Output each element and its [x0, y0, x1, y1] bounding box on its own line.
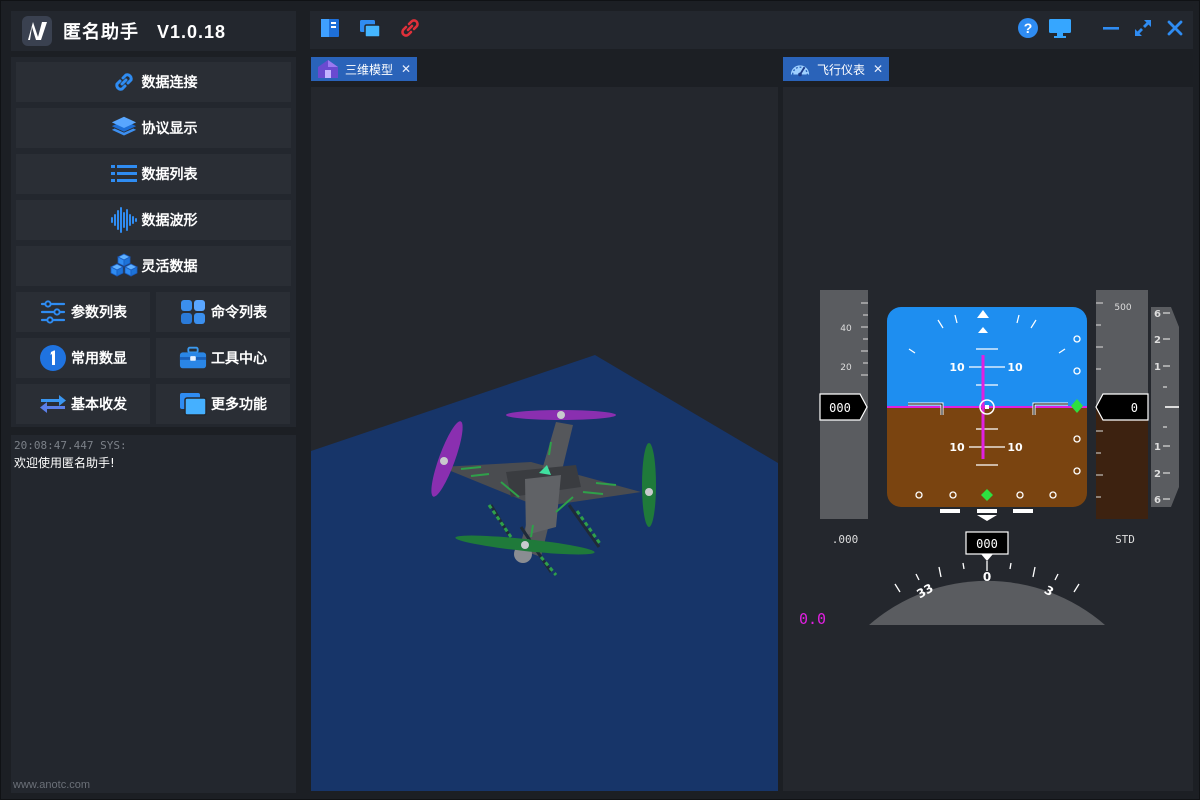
speed-tick-20: 20 — [840, 363, 852, 373]
app-title: 匿名助手 V1.0.18 — [63, 22, 227, 42]
help-button[interactable]: ? — [1016, 17, 1040, 44]
number-one-icon — [39, 344, 67, 372]
model3d-viewport[interactable] — [311, 87, 778, 791]
function-menu: 数据连接 协议显示 数据列表 数据波形 灵活数据 参数列表 命令列表 常用数显 … — [11, 57, 296, 427]
sliders-icon — [39, 298, 67, 326]
close-button[interactable] — [1163, 18, 1187, 42]
minimize-button[interactable] — [1099, 18, 1123, 42]
speed-readout: 000 — [829, 401, 851, 415]
menu-button-tool-center[interactable]: 工具中心 — [156, 338, 290, 378]
heading-readout: 000 — [976, 537, 998, 551]
menu-button-basic-transceive[interactable]: 基本收发 — [16, 384, 150, 424]
svg-text:?: ? — [1024, 20, 1033, 36]
heading-compass — [869, 580, 1105, 625]
attitude-indicator — [887, 307, 1087, 507]
pitch-label-up-right: 10 — [1007, 361, 1023, 374]
maximize-button[interactable] — [1131, 18, 1155, 42]
vs-tick: 2 — [1154, 469, 1161, 480]
list-icon — [110, 160, 138, 188]
pitch-label-down-right: 10 — [1007, 441, 1023, 454]
ground-plane — [311, 355, 778, 791]
windows-icon — [179, 390, 207, 418]
vs-tick: 6 — [1154, 495, 1161, 506]
primary-flight-display: 40 20 000 .000 10 10 10 10 500 0 STD 6 2… — [799, 290, 1179, 628]
flight-instrument-viewport[interactable]: 40 20 000 .000 10 10 10 10 500 0 STD 6 2… — [783, 87, 1193, 791]
model3d-scene — [311, 355, 778, 791]
vs-tick: 1 — [1154, 442, 1161, 453]
heading-label-0: 0 — [983, 570, 991, 584]
model3d-tabbar: 三维模型 ✕ — [311, 56, 778, 84]
menu-button-command-list[interactable]: 命令列表 — [156, 292, 290, 332]
cubes-icon — [109, 252, 138, 280]
window-manager-button[interactable] — [358, 18, 382, 42]
brand-header: 匿名助手 V1.0.18 — [11, 11, 296, 51]
tab-label: 三维模型 — [345, 62, 394, 77]
layout-panel-button[interactable] — [318, 18, 342, 42]
monitor-icon — [1048, 17, 1072, 44]
menu-label: 更多功能 — [211, 396, 267, 412]
menu-button-data-list[interactable]: 数据列表 — [16, 154, 291, 194]
maximize-icon — [1133, 18, 1153, 43]
log-panel[interactable]: 20:08:47.447 SYS: 欢迎使用匿名助手! www.anotc.co… — [11, 435, 296, 793]
tab-flight-instrument[interactable]: 飞行仪表 ✕ — [783, 57, 890, 81]
log-message: 欢迎使用匿名助手! — [14, 456, 115, 470]
menu-label: 常用数显 — [71, 350, 127, 366]
book-icon — [319, 17, 341, 44]
help-icon: ? — [1017, 17, 1039, 44]
windows-icon — [359, 17, 381, 44]
altitude-tick-500: 500 — [1114, 303, 1131, 313]
menu-label: 数据列表 — [141, 166, 198, 182]
app-window: 匿名助手 V1.0.18 数据连接 协议显示 数据列表 数据波形 灵活数据 参数… — [0, 0, 1200, 800]
altitude-readout-box — [1095, 393, 1149, 421]
menu-label: 灵活数据 — [141, 258, 198, 274]
menu-button-more-functions[interactable]: 更多功能 — [156, 384, 290, 424]
menu-label: 数据波形 — [141, 212, 198, 228]
vs-tick: 2 — [1154, 335, 1161, 346]
speedometer-icon — [789, 59, 811, 79]
top-toolbar: ? — [310, 11, 1193, 49]
link-icon — [110, 68, 138, 96]
app-logo-icon — [19, 13, 55, 49]
tab-model3d[interactable]: 三维模型 ✕ — [311, 57, 418, 81]
grid-icon — [179, 298, 207, 326]
pitch-label-down-left: 10 — [949, 441, 965, 454]
house-3d-icon — [317, 59, 339, 79]
speed-below-label: .000 — [832, 533, 859, 546]
mach-readout: 0.0 — [799, 610, 826, 628]
menu-label: 参数列表 — [71, 304, 127, 320]
pitch-label-up-left: 10 — [949, 361, 965, 374]
link-icon — [399, 17, 421, 44]
altitude-readout: 0 — [1131, 401, 1138, 415]
connection-status-button[interactable] — [398, 18, 422, 42]
waveform-icon — [110, 206, 138, 234]
menu-button-data-connect[interactable]: 数据连接 — [16, 62, 291, 102]
menu-button-data-waveform[interactable]: 数据波形 — [16, 200, 291, 240]
swap-arrows-icon — [39, 390, 67, 418]
minimize-icon — [1101, 18, 1121, 43]
menu-button-common-display[interactable]: 常用数显 — [16, 338, 150, 378]
display-settings-button[interactable] — [1048, 18, 1072, 42]
slip-indicator — [940, 509, 1033, 521]
close-icon — [1165, 18, 1185, 43]
layers-icon — [110, 114, 138, 142]
tab-close-icon[interactable]: ✕ — [401, 62, 411, 76]
altitude-below-label: STD — [1115, 533, 1135, 546]
tab-close-icon[interactable]: ✕ — [873, 62, 883, 76]
vs-tick: 6 — [1154, 309, 1161, 320]
menu-label: 数据连接 — [141, 74, 198, 90]
menu-label: 基本收发 — [71, 396, 127, 412]
vs-tick: 1 — [1154, 362, 1161, 373]
menu-button-flexible-data[interactable]: 灵活数据 — [16, 246, 291, 286]
menu-label: 协议显示 — [141, 120, 198, 136]
menu-label: 命令列表 — [211, 304, 267, 320]
log-timestamp: 20:08:47.447 SYS: — [14, 439, 127, 452]
website-url: www.anotc.com — [13, 779, 91, 791]
speed-tick-40: 40 — [840, 324, 852, 334]
menu-label: 工具中心 — [211, 350, 267, 366]
menu-button-protocol-display[interactable]: 协议显示 — [16, 108, 291, 148]
toolbox-icon — [179, 344, 207, 372]
flight-tabbar: 飞行仪表 ✕ — [783, 56, 1193, 84]
menu-button-param-list[interactable]: 参数列表 — [16, 292, 150, 332]
tab-label: 飞行仪表 — [817, 62, 866, 77]
